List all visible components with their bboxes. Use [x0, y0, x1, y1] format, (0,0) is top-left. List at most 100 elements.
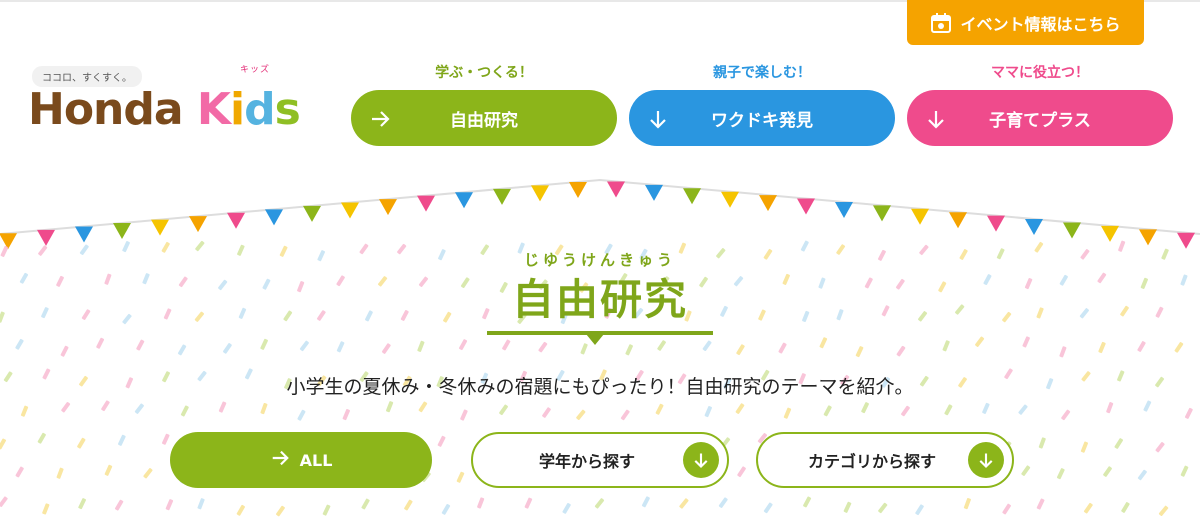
confetti-piece — [594, 498, 605, 509]
confetti-piece — [625, 344, 633, 356]
confetti-piece — [56, 467, 64, 479]
confetti-piece — [1114, 438, 1124, 449]
confetti-piece — [136, 339, 145, 351]
confetti-piece — [878, 502, 888, 514]
confetti-piece — [276, 505, 285, 517]
confetti-piece — [60, 345, 69, 357]
confetti-piece — [819, 337, 828, 349]
confetti-piece — [299, 340, 309, 352]
arrow-down-icon — [968, 442, 1004, 478]
event-info-button[interactable]: イベント情報はこちら — [907, 0, 1144, 45]
confetti-piece — [20, 405, 29, 417]
confetti-piece — [1180, 465, 1189, 477]
all-button[interactable]: ALL — [170, 432, 432, 488]
confetti-piece — [386, 401, 394, 413]
bunting-flag — [873, 205, 891, 222]
confetti-piece — [855, 346, 864, 358]
confetti-piece — [901, 405, 910, 417]
arrow-down-icon — [647, 108, 669, 130]
confetti-piece — [1080, 441, 1089, 453]
confetti-piece — [223, 343, 232, 354]
nav-button-kosodate[interactable]: 子育てプラス — [907, 90, 1173, 146]
confetti-piece — [0, 496, 8, 507]
confetti-piece — [1038, 437, 1046, 449]
bunting-flag — [683, 188, 701, 205]
confetti-piece — [562, 503, 571, 514]
search-by-category-label: カテゴリから探す — [807, 452, 936, 471]
confetti-piece — [655, 403, 664, 415]
confetti-piece — [861, 402, 869, 414]
bunting-flag — [189, 216, 207, 233]
confetti-piece — [1059, 346, 1067, 358]
calendar-icon — [930, 12, 952, 34]
confetti-piece — [42, 503, 50, 515]
confetti-piece — [942, 340, 950, 352]
confetti-piece — [77, 437, 86, 449]
nav-caption-study: 学ぶ・つくる！ — [435, 65, 533, 81]
confetti-piece — [118, 434, 126, 446]
confetti-piece — [843, 501, 852, 513]
arrow-down-icon — [925, 108, 947, 130]
search-by-category-button[interactable]: カテゴリから探す — [756, 432, 1014, 488]
confetti-piece — [177, 344, 187, 356]
bunting-flag — [721, 191, 739, 208]
confetti-piece — [260, 402, 268, 415]
bunting-flag — [493, 188, 511, 205]
bunting-flag — [987, 215, 1005, 232]
bunting-flag — [303, 205, 321, 222]
confetti-piece — [679, 498, 689, 509]
bunting-flag — [113, 223, 131, 240]
confetti-piece — [1022, 336, 1030, 348]
confetti-piece — [896, 345, 906, 357]
confetti-piece — [15, 338, 24, 350]
confetti-piece — [78, 498, 86, 510]
bunting-flag — [455, 192, 473, 209]
event-info-label: イベント情報はこちら — [960, 14, 1121, 34]
confetti-piece — [1143, 400, 1152, 412]
confetti-piece — [104, 464, 113, 476]
bunting-flag — [569, 181, 587, 198]
confetti-piece — [576, 409, 586, 420]
confetti-piece — [1098, 341, 1106, 354]
nav-button-wakudoki[interactable]: ワクドキ発見 — [629, 90, 895, 146]
confetti-piece — [737, 466, 746, 478]
bunting-flag — [151, 219, 169, 236]
nav-button-jiyuu-kenkyuu[interactable]: 自由研究 — [351, 90, 617, 146]
bunting-flag — [645, 184, 663, 201]
confetti-piece — [477, 497, 485, 509]
confetti-piece — [342, 409, 350, 421]
confetti-piece — [37, 432, 46, 444]
confetti-piece — [1036, 498, 1045, 510]
honda-kids-logo[interactable]: ココロ、すくすく。 キッズ Honda Kids — [28, 62, 318, 142]
confetti-piece — [114, 499, 124, 511]
confetti-piece — [1174, 342, 1184, 353]
confetti-piece — [1061, 409, 1071, 421]
confetti-piece — [1137, 469, 1147, 481]
confetti-piece — [975, 336, 985, 347]
confetti-piece — [96, 337, 105, 349]
confetti-piece — [1137, 341, 1146, 352]
bunting-flag — [759, 195, 777, 212]
confetti-piece — [542, 407, 551, 418]
confetti-piece — [460, 409, 468, 421]
nav-group-study: 学ぶ・つくる！ 自由研究 — [351, 62, 617, 146]
confetti-piece — [336, 341, 345, 353]
confetti-piece — [1158, 505, 1169, 516]
nav-group-mama: ママに役立つ！ 子育てプラス — [907, 62, 1173, 146]
confetti-piece — [963, 498, 971, 510]
confetti-piece — [260, 338, 268, 350]
confetti-piece — [459, 339, 468, 351]
confetti-piece — [165, 499, 174, 511]
search-by-grade-label: 学年から探す — [538, 452, 635, 471]
bunting-flag — [949, 212, 967, 229]
confetti-piece — [0, 438, 7, 450]
confetti-piece — [524, 497, 533, 509]
confetti-piece — [735, 403, 745, 414]
confetti-piece — [418, 401, 428, 413]
confetti-piece — [718, 497, 728, 508]
bunting-flag — [227, 212, 245, 229]
confetti-piece — [1018, 404, 1028, 415]
search-by-grade-button[interactable]: 学年から探す — [471, 432, 729, 488]
bunting-flag — [1063, 222, 1081, 239]
confetti-piece — [1184, 407, 1193, 419]
